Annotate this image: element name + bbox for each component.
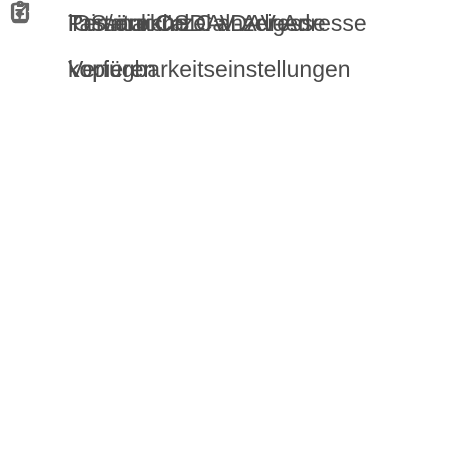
show-keyboard-shortcuts-line1: Tastaturkürzel anzeigen [68,10,311,36]
show-keyboard-shortcuts-item[interactable] [0,410,453,457]
personal-availability-settings-item[interactable] [0,278,453,398]
menu: Primäre CalDAV-Adresse kopieren iOS/macO… [0,0,453,457]
copy-ios-macos-caldav-address-item[interactable] [0,138,453,258]
show-keyboard-shortcuts-label: Tastaturkürzel anzeigen [68,0,448,46]
personal-availability-settings-line2: Verfügbarkeitseinstellungen [68,56,351,82]
info-icon [8,2,25,24]
